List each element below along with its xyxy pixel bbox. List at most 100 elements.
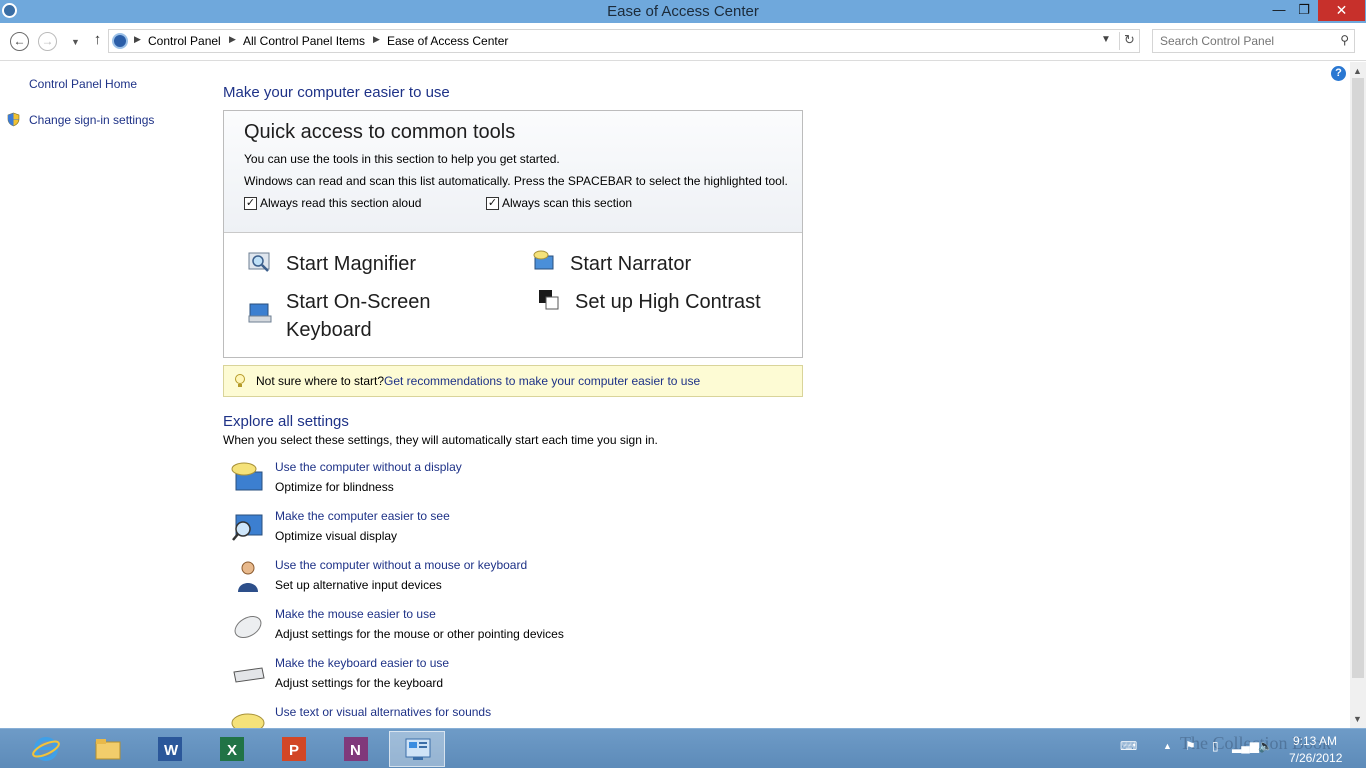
tip-text: Not sure where to start? (256, 374, 385, 388)
search-input[interactable] (1160, 34, 1330, 48)
vertical-scrollbar[interactable]: ▲ ▼ (1350, 62, 1366, 728)
always-read-checkbox[interactable]: ✓ (244, 197, 257, 210)
svg-text:P: P (289, 742, 299, 759)
start-magnifier-link[interactable]: Start Magnifier (286, 250, 416, 278)
item-description: Set up alternative input devices (275, 578, 442, 592)
window-title: Ease of Access Center (607, 3, 759, 20)
use-without-display-link[interactable]: Use the computer without a display (275, 460, 462, 474)
always-scan-label[interactable]: Always scan this section (502, 196, 632, 210)
clock-date[interactable]: 7/26/2012 (1289, 751, 1342, 765)
minimize-button[interactable]: — (1266, 0, 1292, 21)
navigation-bar: ← → ▼ ↑ ▶ Control Panel ▶ All Control Pa… (0, 23, 1366, 61)
start-on-screen-keyboard-link[interactable]: Start On-Screen Keyboard (286, 288, 431, 344)
list-item: Make the mouse easier to use Adjust sett… (230, 607, 730, 652)
always-scan-checkbox[interactable]: ✓ (486, 197, 499, 210)
narrator-icon (533, 250, 554, 270)
volume-icon[interactable]: 🔈 (1258, 739, 1273, 753)
address-dropdown-icon[interactable]: ▼ (1101, 34, 1111, 45)
display-speech-icon (231, 462, 263, 491)
word-taskbar-button[interactable]: W (142, 731, 198, 767)
svg-text:W: W (164, 742, 179, 759)
forward-button[interactable]: → (38, 32, 57, 51)
refresh-button[interactable]: ↻ (1119, 32, 1139, 50)
person-icon (238, 561, 258, 592)
quick-access-intro: You can use the tools in this section to… (244, 152, 560, 166)
keyboard-easier-link[interactable]: Make the keyboard easier to use (275, 656, 449, 670)
breadcrumb-ease-of-access[interactable]: Ease of Access Center (387, 34, 508, 48)
maximize-button[interactable]: ❐ (1291, 0, 1317, 21)
powerpoint-icon: P (282, 737, 306, 761)
quick-access-instruction: Windows can read and scan this list auto… (244, 174, 788, 188)
breadcrumb-separator-icon[interactable]: ▶ (229, 34, 236, 45)
magnifier-monitor-icon (232, 514, 263, 541)
close-button[interactable]: ✕ (1318, 0, 1365, 21)
explore-description: When you select these settings, they wil… (223, 433, 658, 447)
keyboard-label-line2[interactable]: Keyboard (286, 319, 372, 341)
change-sign-in-settings-link[interactable]: Change sign-in settings (29, 113, 154, 127)
file-explorer-icon (95, 739, 121, 760)
internet-explorer-taskbar-button[interactable] (18, 731, 74, 767)
control-panel-home-link[interactable]: Control Panel Home (29, 77, 137, 91)
mouse-easier-link[interactable]: Make the mouse easier to use (275, 607, 436, 621)
file-explorer-taskbar-button[interactable] (80, 731, 136, 767)
list-item: Use the computer without a mouse or keyb… (230, 558, 730, 603)
touch-keyboard-icon[interactable]: ⌨ (1120, 739, 1137, 753)
excel-icon: X (220, 737, 244, 761)
recent-locations-button[interactable]: ▼ (66, 34, 85, 53)
high-contrast-icon (539, 290, 559, 310)
breadcrumb-separator-icon[interactable]: ▶ (373, 34, 380, 45)
scroll-up-icon[interactable]: ▲ (1353, 66, 1362, 76)
control-panel-icon (405, 738, 431, 760)
list-item: Use text or visual alternatives for soun… (230, 705, 730, 728)
item-description: Adjust settings for the mouse or other p… (275, 627, 564, 641)
taskbar: W X P N The Collection Book ⌨ ▲ ⚑ ▯ ▂▄▆ (0, 728, 1366, 768)
item-description: Optimize for blindness (275, 480, 394, 494)
page-heading: Make your computer easier to use (223, 84, 450, 101)
uac-shield-icon (7, 112, 20, 127)
start-narrator-link[interactable]: Start Narrator (570, 250, 691, 278)
battery-icon[interactable]: ▯ (1212, 739, 1219, 753)
lightbulb-icon (235, 374, 245, 387)
word-icon: W (158, 737, 182, 761)
svg-text:N: N (350, 742, 361, 759)
sound-alternatives-link[interactable]: Use text or visual alternatives for soun… (275, 705, 491, 719)
internet-explorer-icon (32, 737, 60, 761)
speech-bubble-icon (231, 713, 265, 728)
item-description: Optimize visual display (275, 529, 398, 543)
quick-access-header: Quick access to common tools You can use… (224, 111, 802, 233)
breadcrumb-separator-icon[interactable]: ▶ (134, 34, 141, 45)
powerpoint-taskbar-button[interactable]: P (266, 731, 322, 767)
show-hidden-icons-button[interactable]: ▲ (1163, 741, 1172, 751)
search-icon[interactable]: ⚲ (1340, 33, 1349, 47)
scroll-down-icon[interactable]: ▼ (1353, 714, 1362, 724)
search-box[interactable]: ⚲ (1152, 29, 1355, 53)
item-description: Adjust settings for the keyboard (275, 676, 444, 690)
easier-to-see-link[interactable]: Make the computer easier to see (275, 509, 450, 523)
list-item: Make the computer easier to see Optimize… (230, 509, 730, 554)
svg-text:X: X (227, 742, 237, 759)
breadcrumb-all-items[interactable]: All Control Panel Items (243, 34, 365, 48)
set-up-high-contrast-link[interactable]: Set up High Contrast (575, 288, 761, 316)
clock-time[interactable]: 9:13 AM (1293, 734, 1337, 748)
always-read-label[interactable]: Always read this section aloud (260, 196, 421, 210)
help-icon[interactable]: ? (1331, 66, 1346, 81)
back-button[interactable]: ← (10, 32, 29, 51)
action-center-flag-icon[interactable]: ⚑ (1185, 739, 1196, 753)
scrollbar-thumb[interactable] (1352, 78, 1364, 678)
magnifier-icon (248, 252, 270, 272)
breadcrumb-control-panel[interactable]: Control Panel (148, 34, 221, 48)
onenote-taskbar-button[interactable]: N (328, 731, 384, 767)
without-mouse-keyboard-link[interactable]: Use the computer without a mouse or keyb… (275, 558, 527, 572)
control-panel-taskbar-button[interactable] (389, 731, 445, 767)
excel-taskbar-button[interactable]: X (204, 731, 260, 767)
network-icon[interactable]: ▂▄▆ (1232, 739, 1259, 753)
title-bar: Ease of Access Center — ❐ ✕ (0, 0, 1366, 23)
list-item: Use the computer without a display Optim… (230, 460, 730, 505)
keyboard-label-line1[interactable]: Start On-Screen (286, 291, 431, 313)
left-pane: Control Panel Home Change sign-in settin… (0, 62, 210, 728)
up-button[interactable]: ↑ (88, 31, 107, 50)
keyboard-icon (233, 667, 265, 683)
onenote-icon: N (344, 737, 368, 761)
address-bar[interactable]: ▶ Control Panel ▶ All Control Panel Item… (108, 29, 1140, 53)
get-recommendations-link[interactable]: Get recommendations to make your compute… (384, 374, 700, 388)
